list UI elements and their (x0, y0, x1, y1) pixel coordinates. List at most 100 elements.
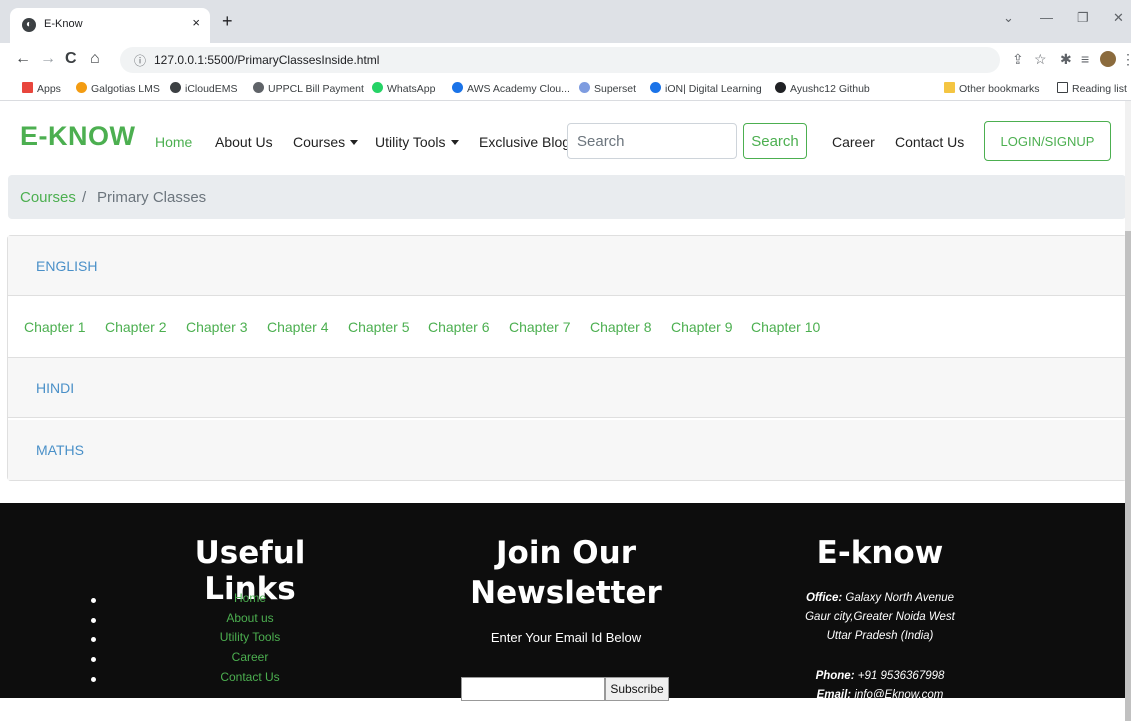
footer-link-home[interactable]: Home (200, 591, 300, 605)
accordion-title-hindi: HINDI (36, 380, 75, 396)
caret-down-icon (350, 140, 359, 145)
chapter-link[interactable]: Chapter 3 (186, 319, 247, 335)
newsletter-email-input[interactable] (461, 677, 605, 701)
bookmark-superset[interactable]: Superset (579, 82, 636, 95)
whatsapp-icon (372, 82, 383, 93)
office-address-2: Gaur city,Greater Noida West (805, 611, 955, 623)
reading-list-label: Reading list (1072, 83, 1127, 95)
nav-contact[interactable]: Contact Us (895, 134, 964, 150)
list-bullet (91, 637, 96, 642)
footer-link-contact[interactable]: Contact Us (200, 670, 300, 684)
reading-mode-icon[interactable]: ≡ (1081, 51, 1089, 67)
bookmark-apps[interactable]: Apps (22, 82, 61, 95)
folder-icon (944, 82, 955, 93)
bookmark-star-icon[interactable]: ☆ (1034, 51, 1047, 68)
home-icon[interactable]: ⌂ (90, 50, 100, 68)
bookmark-label: iCloudEMS (185, 83, 238, 95)
bookmark-aws[interactable]: AWS Academy Clou... (452, 82, 570, 95)
chapter-link[interactable]: Chapter 8 (590, 319, 651, 335)
bookmark-whatsapp[interactable]: WhatsApp (372, 82, 435, 95)
accordion-body-english: Chapter 1 Chapter 2 Chapter 3 Chapter 4 … (8, 297, 1126, 358)
back-arrow-icon[interactable]: ← (15, 50, 31, 68)
close-tab-icon[interactable]: × (192, 15, 200, 30)
other-bookmarks[interactable]: Other bookmarks (944, 82, 1040, 95)
list-bullet (91, 657, 96, 662)
power-icon (650, 82, 661, 93)
office-address-3: Uttar Pradesh (India) (826, 630, 934, 642)
github-icon (775, 82, 786, 93)
browser-toolbar: ← → C ⌂ ⓘ 127.0.0.1:5500/PrimaryClassesI… (0, 43, 1131, 77)
list-bullet (91, 598, 96, 603)
bookmark-label: WhatsApp (387, 83, 436, 95)
page-scrollbar[interactable] (1125, 101, 1131, 721)
footer-brand-title: E-know (816, 535, 944, 571)
nav-exclusive-blogs[interactable]: Exclusive Blogs (479, 134, 577, 150)
accordion-header-hindi[interactable]: HINDI (8, 358, 1126, 418)
chapter-link[interactable]: Chapter 1 (24, 319, 85, 335)
search-button[interactable]: Search (743, 123, 807, 159)
footer-link-utility-tools[interactable]: Utility Tools (200, 630, 300, 644)
galgotias-icon (76, 82, 87, 93)
bookmark-label: UPPCL Bill Payment (268, 83, 364, 95)
nav-career[interactable]: Career (832, 134, 875, 150)
accordion-header-maths[interactable]: MATHS (8, 420, 1126, 480)
chapter-link[interactable]: Chapter 5 (348, 319, 409, 335)
phone-label: Phone: (815, 670, 855, 682)
login-signup-button[interactable]: LOGIN/SIGNUP (984, 121, 1111, 161)
reading-list[interactable]: Reading list (1057, 82, 1127, 95)
breadcrumb-courses-link[interactable]: Courses (20, 189, 76, 206)
uppcl-icon (253, 82, 264, 93)
chapter-link[interactable]: Chapter 9 (671, 319, 732, 335)
nav-home[interactable]: Home (155, 134, 192, 150)
bookmark-label: Ayushc12 Github (790, 83, 870, 95)
footer-link-career[interactable]: Career (200, 650, 300, 664)
scrollbar-thumb[interactable] (1125, 231, 1131, 721)
bookmark-ion[interactable]: iON| Digital Learning (650, 82, 762, 95)
brand-logo[interactable]: E-KNOW (20, 121, 135, 152)
chapter-link[interactable]: Chapter 6 (428, 319, 489, 335)
list-bullet (91, 677, 96, 682)
tab-title: E-Know (44, 18, 83, 30)
cloud-icon (452, 82, 463, 93)
subscribe-button[interactable]: Subscribe (605, 677, 669, 701)
nav-courses-label: Courses (293, 134, 346, 150)
nav-courses[interactable]: Courses (293, 134, 359, 150)
nav-utility-label: Utility Tools (375, 134, 446, 150)
extensions-icon[interactable]: ✱ (1060, 51, 1072, 68)
search-input[interactable] (567, 123, 737, 159)
email-address: info@Eknow.com (854, 689, 944, 701)
nav-utility-tools[interactable]: Utility Tools (375, 134, 459, 150)
bookmark-uppcl[interactable]: UPPCL Bill Payment (253, 82, 364, 95)
reading-list-icon (1057, 82, 1068, 93)
forward-arrow-icon[interactable]: → (40, 50, 56, 68)
nav-about[interactable]: About Us (215, 134, 273, 150)
bookmark-label: iON| Digital Learning (665, 83, 762, 95)
share-icon[interactable]: ⇪ (1012, 51, 1024, 68)
superset-icon (579, 82, 590, 93)
chapter-link[interactable]: Chapter 7 (509, 319, 570, 335)
footer-link-about[interactable]: About us (200, 611, 300, 625)
bookmark-label: Galgotias LMS (91, 83, 160, 95)
new-tab-button[interactable]: + (222, 11, 233, 32)
chapter-link[interactable]: Chapter 10 (751, 319, 820, 335)
window-close-icon[interactable]: ✕ (1113, 10, 1124, 26)
tab-search-icon[interactable]: ⌄ (1003, 10, 1014, 26)
list-bullet (91, 618, 96, 623)
chapter-link[interactable]: Chapter 2 (105, 319, 166, 335)
accordion-header-english[interactable]: ENGLISH (8, 236, 1126, 296)
bookmark-galgotias[interactable]: Galgotias LMS (76, 82, 160, 95)
office-line1: Office: Galaxy North Avenue (780, 592, 980, 604)
browser-tab[interactable]: ◐ E-Know × (10, 8, 210, 43)
site-footer: Useful Links Home About us Utility Tools… (0, 503, 1131, 701)
address-bar[interactable]: ⓘ 127.0.0.1:5500/PrimaryClassesInside.ht… (120, 47, 1000, 73)
menu-dots-icon[interactable]: ⋮ (1121, 51, 1131, 68)
info-icon[interactable]: ⓘ (134, 52, 146, 69)
minimize-icon[interactable]: — (1040, 10, 1053, 25)
phone-line: Phone: +91 9536367998 (780, 670, 980, 682)
bookmark-icloudems[interactable]: iCloudEMS (170, 82, 238, 95)
profile-avatar[interactable] (1100, 51, 1116, 67)
chapter-link[interactable]: Chapter 4 (267, 319, 328, 335)
restore-icon[interactable]: ❐ (1077, 10, 1089, 26)
bookmark-github[interactable]: Ayushc12 Github (775, 82, 870, 95)
reload-icon[interactable]: C (65, 50, 77, 68)
